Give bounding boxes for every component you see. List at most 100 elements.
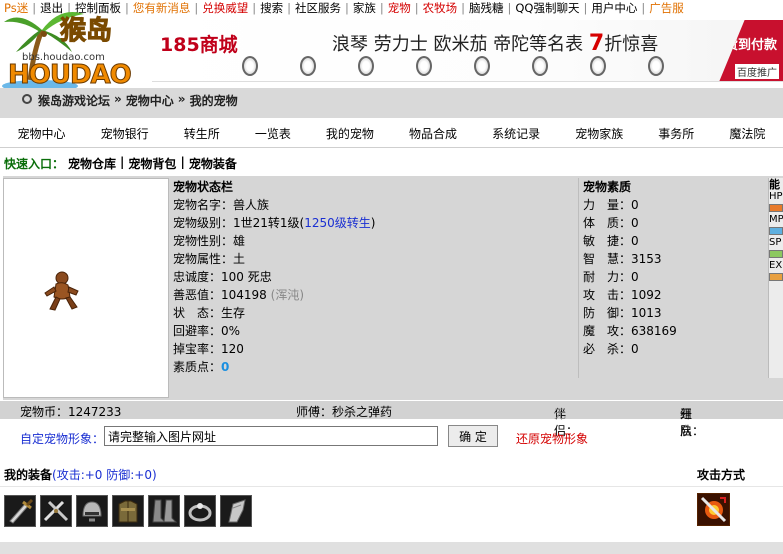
topnav-item-7[interactable]: 家族 bbox=[349, 0, 380, 16]
quality-constitution: 体 质：0 bbox=[583, 216, 639, 230]
ability-box: 能 HP MP SP EXP bbox=[768, 178, 783, 378]
menu-magic-academy[interactable]: 魔法院 bbox=[712, 125, 783, 142]
menu-pet-family[interactable]: 宠物家族 bbox=[558, 125, 641, 142]
topnav-item-12[interactable]: 用户中心 bbox=[587, 0, 641, 16]
pet-master: 师傅：秒杀之弹药 bbox=[296, 405, 393, 419]
menu-pet-center[interactable]: 宠物中心 bbox=[0, 125, 83, 142]
hp-bar bbox=[769, 204, 783, 212]
site-logo[interactable]: 猴岛 bbs.houdao.com HOUDAO bbox=[0, 0, 150, 92]
magnifier-icon bbox=[22, 94, 32, 104]
equipment-bar bbox=[0, 486, 783, 536]
boots-icon[interactable] bbox=[148, 495, 180, 527]
menu-system-log[interactable]: 系统记录 bbox=[475, 125, 558, 142]
quick-link-equipment[interactable]: 宠物装备 bbox=[189, 155, 237, 172]
pet-dodge: 回避率：0% bbox=[173, 324, 241, 338]
sword-icon[interactable] bbox=[4, 495, 36, 527]
ad-banner[interactable]: 185商城 浪琴 劳力士 欧米茄 帝陀等名表 7折惊喜 货到付款 百度推广 bbox=[152, 20, 783, 82]
hp-label: HP bbox=[769, 191, 783, 202]
menu-item-synthesis[interactable]: 物品合成 bbox=[391, 125, 474, 142]
pet-gender: 宠物性别：雄 bbox=[173, 234, 246, 248]
restore-image-link[interactable]: 还原宠物形象 bbox=[516, 430, 588, 447]
pet-avatar-box bbox=[3, 178, 169, 398]
ring-icon[interactable] bbox=[184, 495, 216, 527]
exp-bar bbox=[769, 273, 783, 281]
menu-pet-bank[interactable]: 宠物银行 bbox=[83, 125, 166, 142]
quality-wisdom: 智 慧：3153 bbox=[583, 252, 662, 266]
pet-status-box: 宠物状态栏 宠物名字：兽人族 宠物级别：1世21转1级(1250级转生) 宠物性… bbox=[170, 178, 579, 378]
menu-overview[interactable]: 一览表 bbox=[237, 125, 308, 142]
banner-shop: 185商城 bbox=[160, 34, 238, 56]
logo-wordmark: HOUDAO bbox=[8, 60, 133, 91]
pet-figure-icon bbox=[44, 271, 79, 311]
topnav-item-11[interactable]: QQ强制聊天 bbox=[511, 0, 583, 16]
topnav-item-13[interactable]: 广告服 bbox=[645, 0, 688, 16]
banner-watch-row bbox=[242, 54, 700, 78]
gauntlet-icon[interactable] bbox=[220, 495, 252, 527]
sp-bar bbox=[769, 250, 783, 258]
breadcrumb-pet-center[interactable]: 宠物中心 bbox=[126, 92, 174, 109]
ability-title: 能 bbox=[769, 178, 780, 191]
equipment-title-text: 我的装备 bbox=[4, 468, 53, 482]
pet-karma-note: (浑沌) bbox=[270, 288, 305, 302]
quality-attack: 攻 击：1092 bbox=[583, 288, 662, 302]
breadcrumb-sep: » bbox=[177, 92, 186, 106]
custom-image-row: 自定宠物形象： 确 定 还原宠物形象 bbox=[0, 424, 783, 450]
topnav-item-10[interactable]: 脑残糖 bbox=[465, 0, 508, 16]
topnav-item-9[interactable]: 农牧场 bbox=[419, 0, 462, 16]
topnav-item-4[interactable]: 兑换威望 bbox=[198, 0, 252, 16]
pet-points-label: 素质点： bbox=[173, 360, 222, 374]
equipment-stats: (攻击:+0 防御:+0) bbox=[52, 468, 157, 482]
image-url-input[interactable] bbox=[104, 426, 438, 446]
quality-agility: 敏 捷：0 bbox=[583, 234, 639, 248]
pet-state: 状 态：生存 bbox=[173, 306, 246, 320]
pet-quality-box: 宠物素质 力 量：0 体 质：0 敏 捷：0 智 慧：3153 耐 力：0 攻 … bbox=[580, 178, 768, 378]
dual-sword-icon[interactable] bbox=[40, 495, 72, 527]
pet-points: 素质点：0 bbox=[170, 358, 578, 376]
breadcrumb-sep: » bbox=[114, 92, 122, 106]
quality-strength: 力 量：0 bbox=[583, 198, 639, 212]
sp-label: SP bbox=[769, 237, 782, 248]
pet-level-suffix: ) bbox=[370, 216, 376, 230]
pet-level: 宠物级别：1世21转1级(1250级转生) bbox=[170, 214, 578, 232]
watch-icon bbox=[242, 54, 294, 78]
breadcrumb-current: 我的宠物 bbox=[189, 94, 238, 108]
quick-link-backpack[interactable]: 宠物背包 bbox=[128, 155, 176, 172]
quality-endurance: 耐 力：0 bbox=[583, 270, 639, 284]
menu-office[interactable]: 事务所 bbox=[641, 125, 712, 142]
pet-name: 宠物名字：兽人族 bbox=[173, 198, 270, 212]
partner-value: 无 bbox=[554, 407, 567, 421]
equipment-title: 我的装备(攻击:+0 防御:+0) bbox=[4, 466, 157, 483]
watch-icon bbox=[474, 54, 526, 78]
quick-sep: | bbox=[180, 155, 185, 169]
quick-entry: 快速入口： 宠物仓库 | 宠物背包 | 宠物装备 bbox=[4, 155, 237, 172]
pet-karma-value: 善恶值：104198 bbox=[173, 288, 267, 302]
quality-defense: 防 御：1013 bbox=[583, 306, 662, 320]
attack-mode-icon[interactable] bbox=[697, 493, 730, 526]
menu-rebirth[interactable]: 转生所 bbox=[166, 125, 237, 142]
attack-mode-title: 攻击方式 bbox=[697, 468, 746, 482]
pet-attribute: 宠物属性：土 bbox=[173, 252, 246, 266]
topnav-item-8[interactable]: 宠物 bbox=[384, 0, 415, 16]
helmet-icon[interactable] bbox=[76, 495, 108, 527]
menu-my-pet[interactable]: 我的宠物 bbox=[308, 125, 391, 142]
pet-points-value: 0 bbox=[221, 360, 230, 374]
pet-coins: 宠物币：1247233 bbox=[20, 405, 122, 419]
pet-level-text: 宠物级别：1世21转1级( bbox=[173, 216, 305, 230]
watch-icon bbox=[300, 54, 352, 78]
armor-icon[interactable] bbox=[112, 495, 144, 527]
pet-karma: 善恶值：104198 (浑沌) bbox=[170, 286, 578, 304]
mp-bar bbox=[769, 227, 783, 235]
banner-discount-num: 7 bbox=[588, 31, 605, 56]
banner-brand-text: 浪琴 劳力士 欧米茄 帝陀等名表 bbox=[332, 34, 584, 55]
quick-link-warehouse[interactable]: 宠物仓库 bbox=[68, 155, 116, 172]
topnav-item-5[interactable]: 搜索 bbox=[256, 0, 287, 16]
banner-tag-text: 货到付款 bbox=[724, 38, 777, 53]
rebirth-link[interactable]: 1250级转生 bbox=[304, 216, 371, 230]
watch-icon bbox=[532, 54, 584, 78]
topnav-item-6[interactable]: 社区服务 bbox=[291, 0, 345, 16]
confirm-button[interactable]: 确 定 bbox=[448, 425, 498, 447]
pet-info-strip: 宠物币：1247233 师傅：秒杀之弹药 伴侣：无 组队： 开启 bbox=[0, 401, 783, 438]
breadcrumb-home[interactable]: 猴岛游戏论坛 bbox=[38, 92, 110, 109]
quality-title: 宠物素质 bbox=[583, 180, 632, 194]
pet-loyalty: 忠诚度：100 死忠 bbox=[173, 270, 272, 284]
